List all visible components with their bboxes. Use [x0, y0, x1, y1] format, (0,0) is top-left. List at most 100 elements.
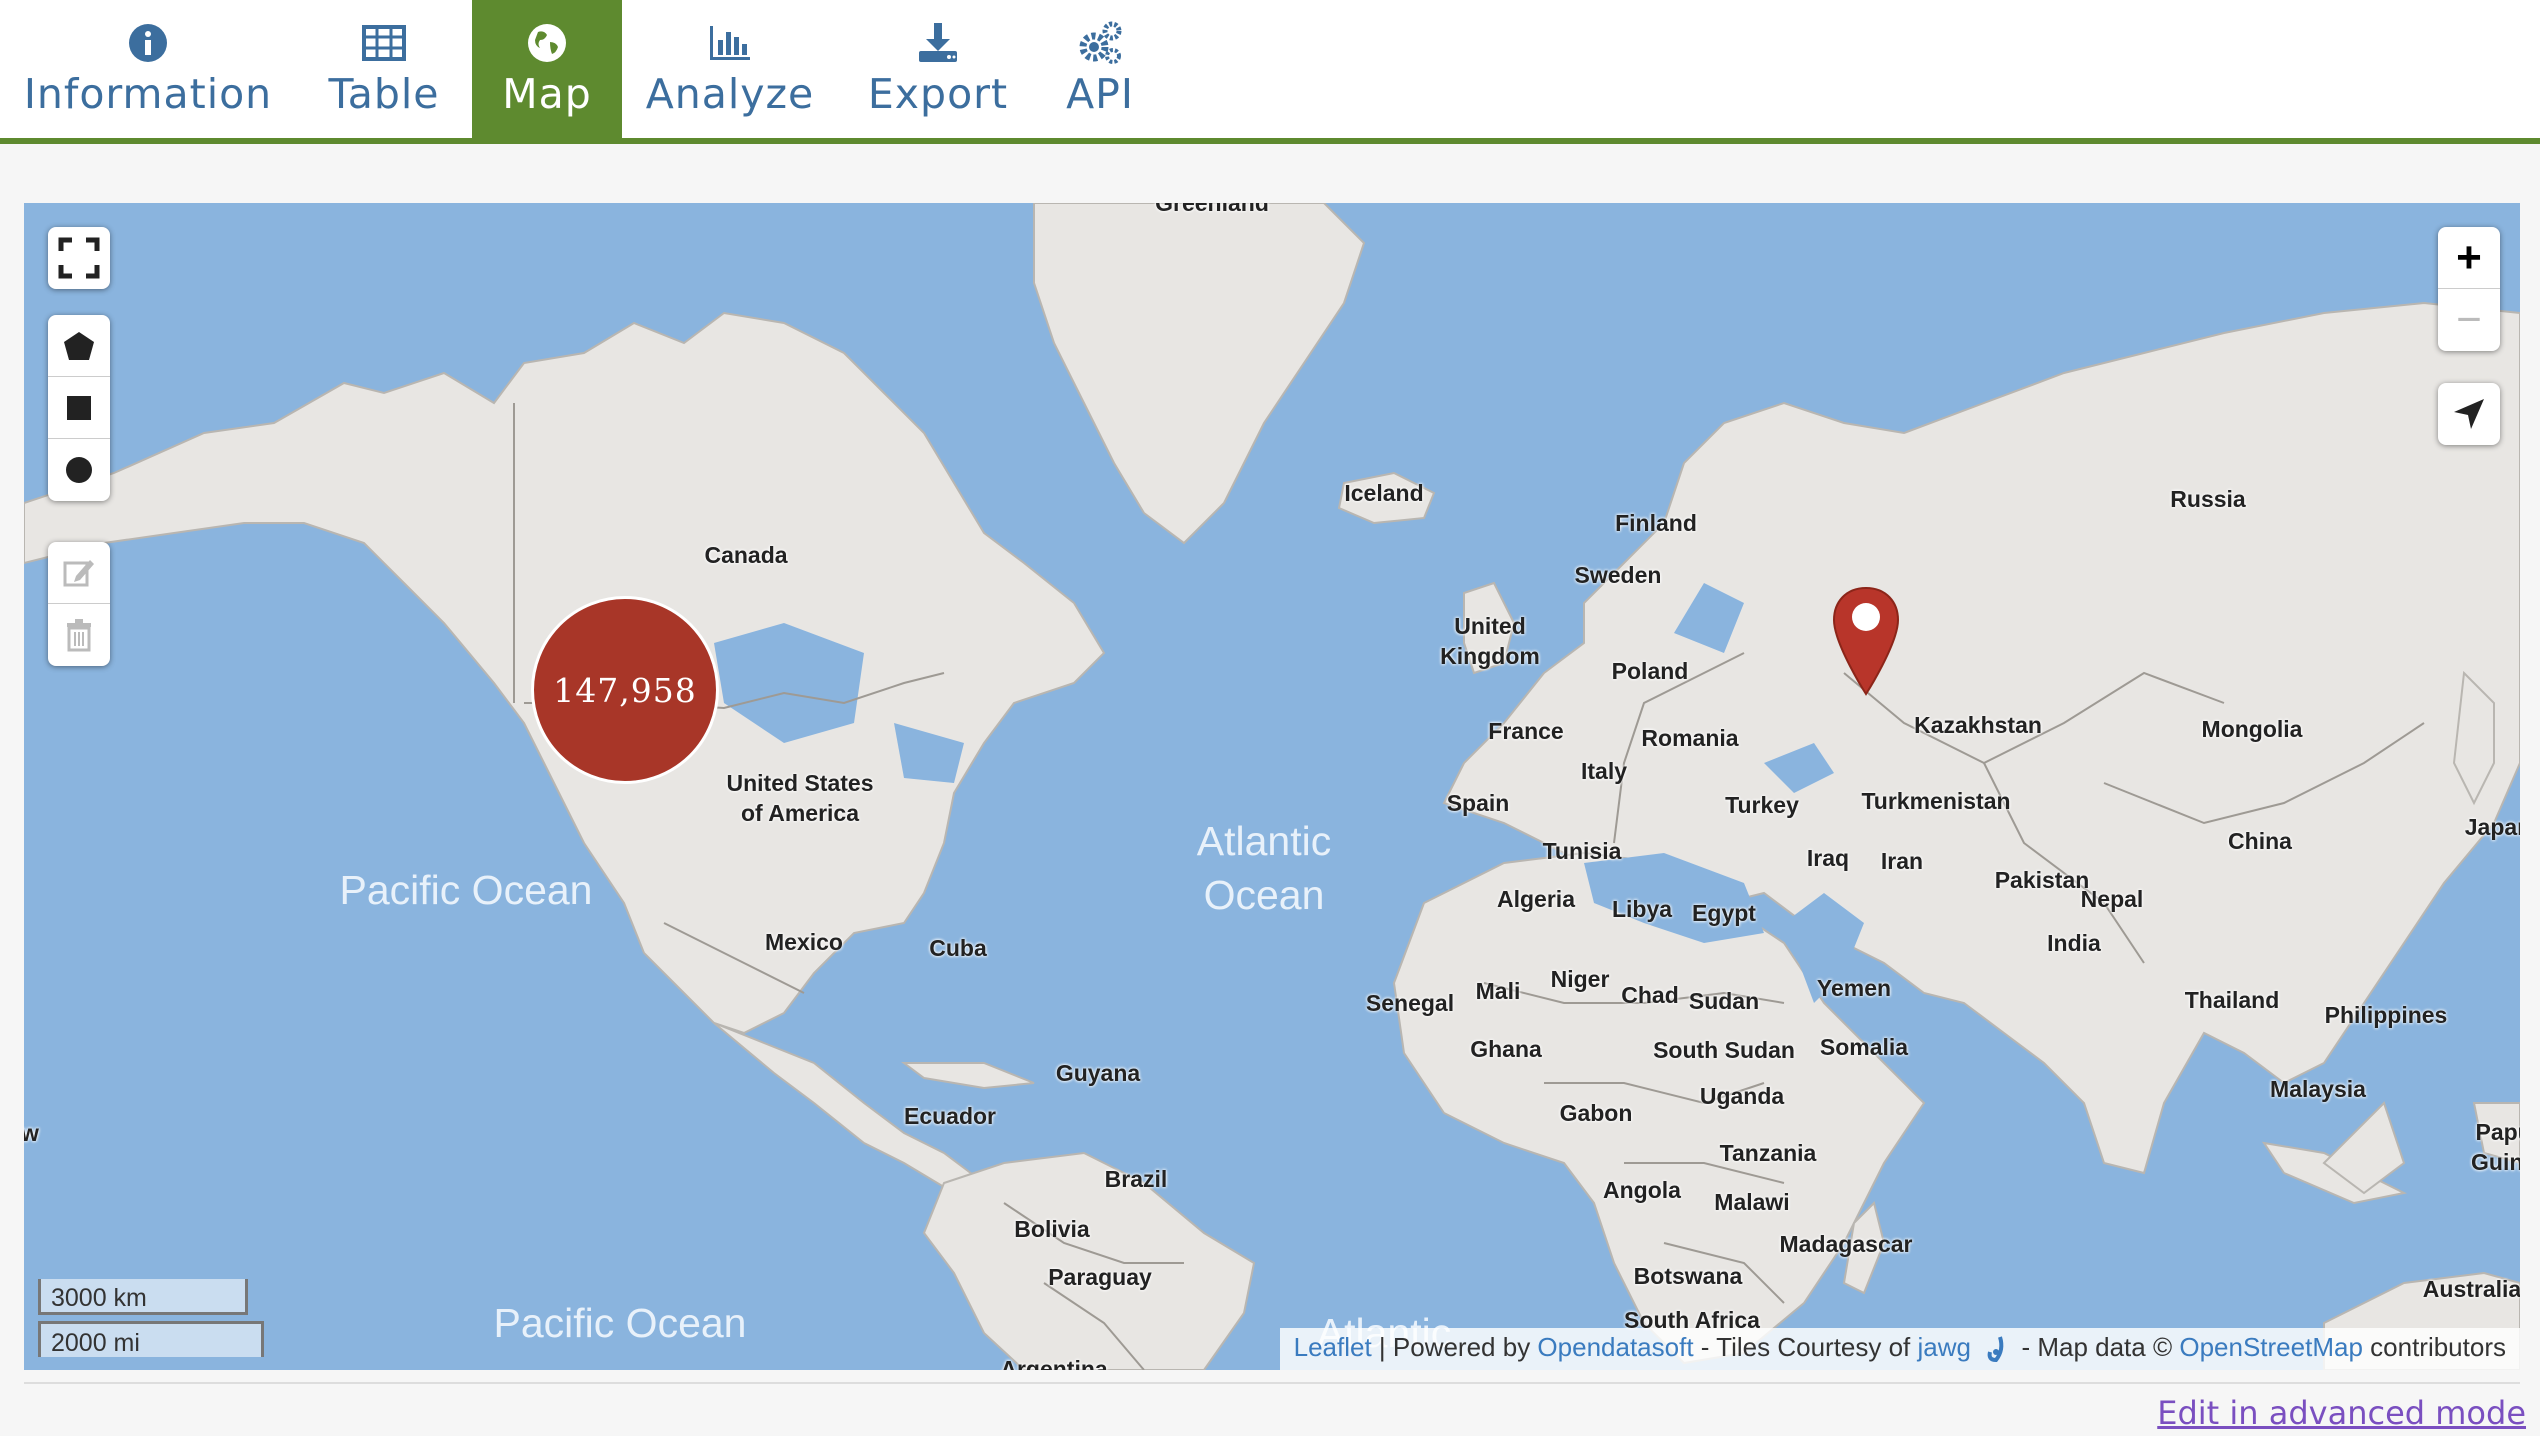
delete-layers-button[interactable]	[48, 604, 110, 666]
country-label: United Kingdom	[1440, 613, 1540, 669]
country-label: Angola	[1603, 1177, 1681, 1203]
tab-information[interactable]: Information	[0, 0, 296, 138]
country-label: Tunisia	[1542, 838, 1622, 864]
scale-km: 3000 km	[38, 1279, 248, 1315]
fullscreen-control[interactable]	[48, 227, 110, 289]
tab-label: Analyze	[645, 70, 815, 118]
divider	[24, 1382, 2520, 1384]
tab-label: API	[1066, 70, 1134, 118]
draw-circle-button[interactable]	[48, 439, 110, 501]
country-label: Turkmenistan	[1861, 788, 2011, 814]
attribution-text: - Map data ©	[2014, 1331, 2180, 1362]
table-icon	[362, 25, 406, 61]
map-scale: 3000 km 2000 mi	[38, 1279, 264, 1357]
cluster-marker[interactable]: 147,958	[531, 596, 719, 784]
country-label: Brazil	[1104, 1166, 1168, 1192]
country-label: Russia	[2170, 486, 2246, 512]
country-label: w	[24, 1120, 39, 1146]
globe-icon	[528, 24, 566, 62]
osm-link[interactable]: OpenStreetMap	[2179, 1332, 2363, 1362]
country-label: France	[1488, 718, 1564, 744]
leaflet-link[interactable]: Leaflet	[1294, 1332, 1372, 1362]
country-label: Senegal	[1365, 990, 1455, 1016]
country-label: Thailand	[2184, 987, 2280, 1013]
opendatasoft-link[interactable]: Opendatasoft	[1537, 1332, 1693, 1362]
country-label: Iran	[1880, 848, 1924, 874]
tab-api[interactable]: API	[1038, 0, 1162, 138]
scale-mi: 2000 mi	[38, 1321, 264, 1357]
map-pin-icon[interactable]	[1832, 586, 1900, 696]
country-label: Iraq	[1806, 845, 1850, 871]
country-label: Greenland	[1155, 203, 1269, 216]
edit-advanced-mode-link[interactable]: Edit in advanced mode	[2157, 1394, 2526, 1432]
country-label: Guyana	[1055, 1060, 1141, 1086]
draw-rectangle-button[interactable]	[48, 377, 110, 439]
jawg-link[interactable]: jawg	[1918, 1332, 1971, 1362]
country-label: Mali	[1475, 978, 1521, 1004]
country-label: Algeria	[1497, 886, 1575, 912]
cluster-count: 147,958	[553, 670, 697, 710]
country-label: Japan	[2464, 814, 2520, 840]
country-label: Pakistan	[1994, 867, 2090, 893]
locate-button[interactable]	[2438, 383, 2500, 445]
world-map-tiles	[24, 203, 2520, 1370]
fullscreen-icon	[58, 237, 100, 279]
tab-label: Export	[867, 70, 1009, 118]
country-label: Uganda	[1699, 1083, 1785, 1109]
country-label: Mexico	[765, 929, 843, 955]
country-label: Chad	[1621, 982, 1679, 1008]
bar-chart-icon	[710, 26, 750, 60]
zoom-out-button[interactable]: −	[2438, 289, 2500, 351]
country-label: Madagascar	[1779, 1231, 1913, 1257]
country-label: Botswana	[1633, 1263, 1743, 1289]
tab-label: Table	[328, 70, 440, 118]
ocean-label: Pacific Ocean	[339, 867, 593, 913]
country-label: Gabon	[1559, 1100, 1633, 1126]
location-arrow-icon	[2454, 399, 2484, 429]
country-label: Ecuador	[903, 1103, 997, 1129]
map-canvas[interactable]: Pacific Ocean Atlantic Ocean Pacific Oce…	[24, 203, 2520, 1370]
tab-export[interactable]: Export	[838, 0, 1038, 138]
fullscreen-button[interactable]	[48, 227, 110, 289]
tab-bar: Information Table Map Analyze Export API	[0, 0, 2540, 144]
draw-polygon-button[interactable]	[48, 315, 110, 377]
ocean-label: Atlantic Ocean	[1196, 818, 1332, 918]
country-label: Sudan	[1688, 988, 1760, 1014]
country-label: China	[2228, 828, 2292, 854]
trash-icon	[67, 619, 91, 652]
tab-table[interactable]: Table	[296, 0, 472, 138]
country-label: Libya	[1611, 896, 1673, 922]
ocean-label: Pacific Ocean	[493, 1300, 747, 1346]
country-label: Poland	[1611, 658, 1689, 684]
country-label: Malawi	[1714, 1189, 1790, 1215]
country-label: Iceland	[1344, 480, 1424, 506]
circle-icon	[66, 457, 92, 483]
country-label: Mongolia	[2201, 716, 2303, 742]
map-attribution: Leaflet | Powered by Opendatasoft - Tile…	[1279, 1327, 2520, 1370]
country-label: Yemen	[1816, 975, 1892, 1001]
edit-toolbar	[48, 542, 110, 666]
country-label: Papua Guinea	[2471, 1119, 2520, 1175]
gears-icon	[1079, 21, 1122, 64]
locate-control[interactable]	[2438, 383, 2500, 445]
country-label: Australia	[2422, 1276, 2520, 1302]
country-label: Sweden	[1574, 562, 1662, 588]
tab-label: Information	[23, 70, 273, 118]
country-label: Niger	[1550, 966, 1610, 992]
country-label: Cuba	[929, 935, 987, 961]
attribution-text: | Powered by	[1371, 1331, 1538, 1362]
country-label: Malaysia	[2270, 1076, 2366, 1102]
download-icon	[919, 23, 957, 62]
country-label: Nepal	[2080, 886, 2144, 912]
country-label: India	[2047, 930, 2101, 956]
zoom-in-button[interactable]: +	[2438, 227, 2500, 289]
country-label: Finland	[1615, 510, 1697, 536]
country-label: Italy	[1580, 758, 1628, 784]
edit-layers-button[interactable]	[48, 542, 110, 604]
country-label: Turkey	[1725, 792, 1799, 818]
country-label: South Sudan	[1653, 1037, 1795, 1063]
tab-label: Map	[502, 70, 592, 118]
country-label: Egypt	[1692, 900, 1756, 926]
tab-map[interactable]: Map	[472, 0, 622, 138]
tab-analyze[interactable]: Analyze	[622, 0, 838, 138]
